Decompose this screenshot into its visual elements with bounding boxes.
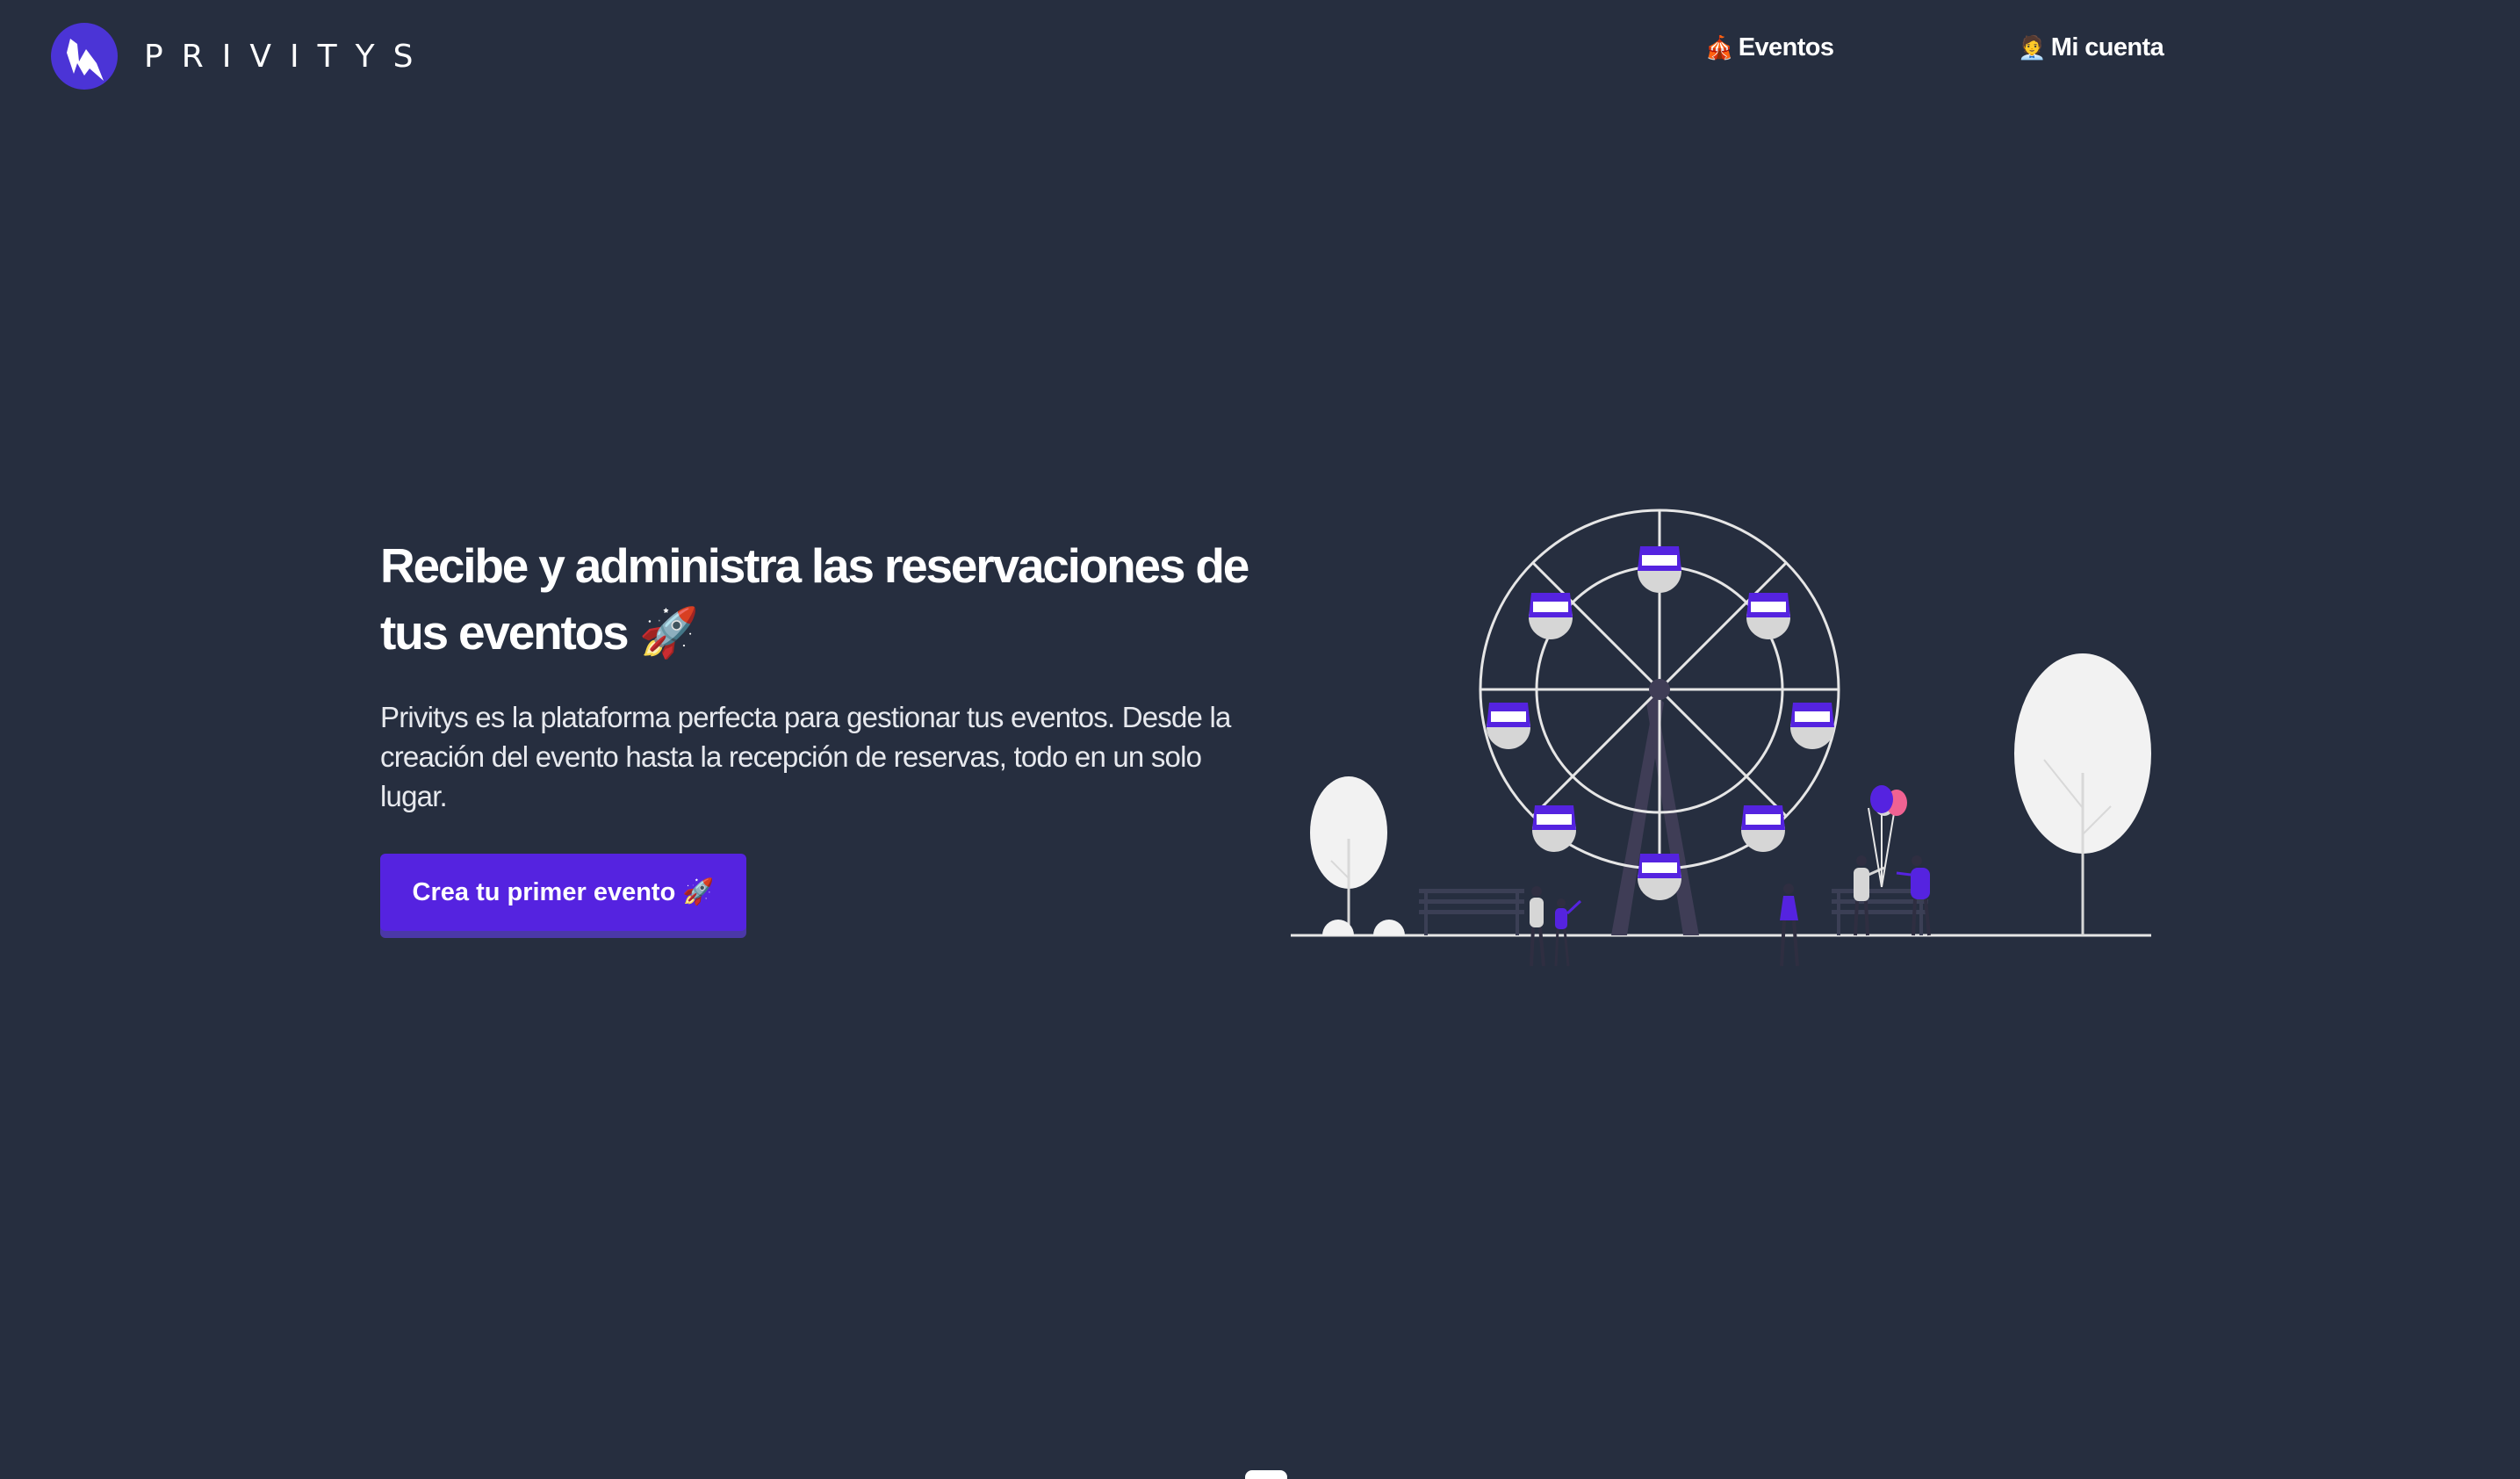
header: PRIVITYS 🎪 Eventos 🧑‍💼 Mi cuenta xyxy=(0,0,2520,123)
nav-link-events-label: Eventos xyxy=(1738,32,1834,61)
user-icon: 🧑‍💼 xyxy=(2018,33,2046,61)
circus-tent-icon: 🎪 xyxy=(1705,33,1733,61)
hero-description: Privitys es la plataforma perfecta para … xyxy=(380,701,1231,812)
scroll-indicator xyxy=(1245,1470,1287,1479)
nav-link-account-label: Mi cuenta xyxy=(2050,32,2164,61)
nav-link-events[interactable]: 🎪 Eventos xyxy=(1705,30,1834,65)
brand[interactable]: PRIVITYS xyxy=(51,21,431,91)
logo-icon xyxy=(51,23,118,90)
brand-name: PRIVITYS xyxy=(144,38,432,75)
rocket-icon: 🚀 xyxy=(638,605,700,660)
hero-section: Recibe y administra las reservaciones de… xyxy=(380,532,1267,816)
create-first-event-button[interactable]: Crea tu primer evento 🚀 xyxy=(380,854,746,931)
hero-title: Recibe y administra las reservaciones de… xyxy=(380,532,1267,666)
nav-link-account[interactable]: 🧑‍💼 Mi cuenta xyxy=(2018,30,2164,65)
hero-title-text: Recibe y administra las reservaciones de… xyxy=(380,538,1249,660)
ferris-wheel-illustration xyxy=(1291,509,2151,967)
